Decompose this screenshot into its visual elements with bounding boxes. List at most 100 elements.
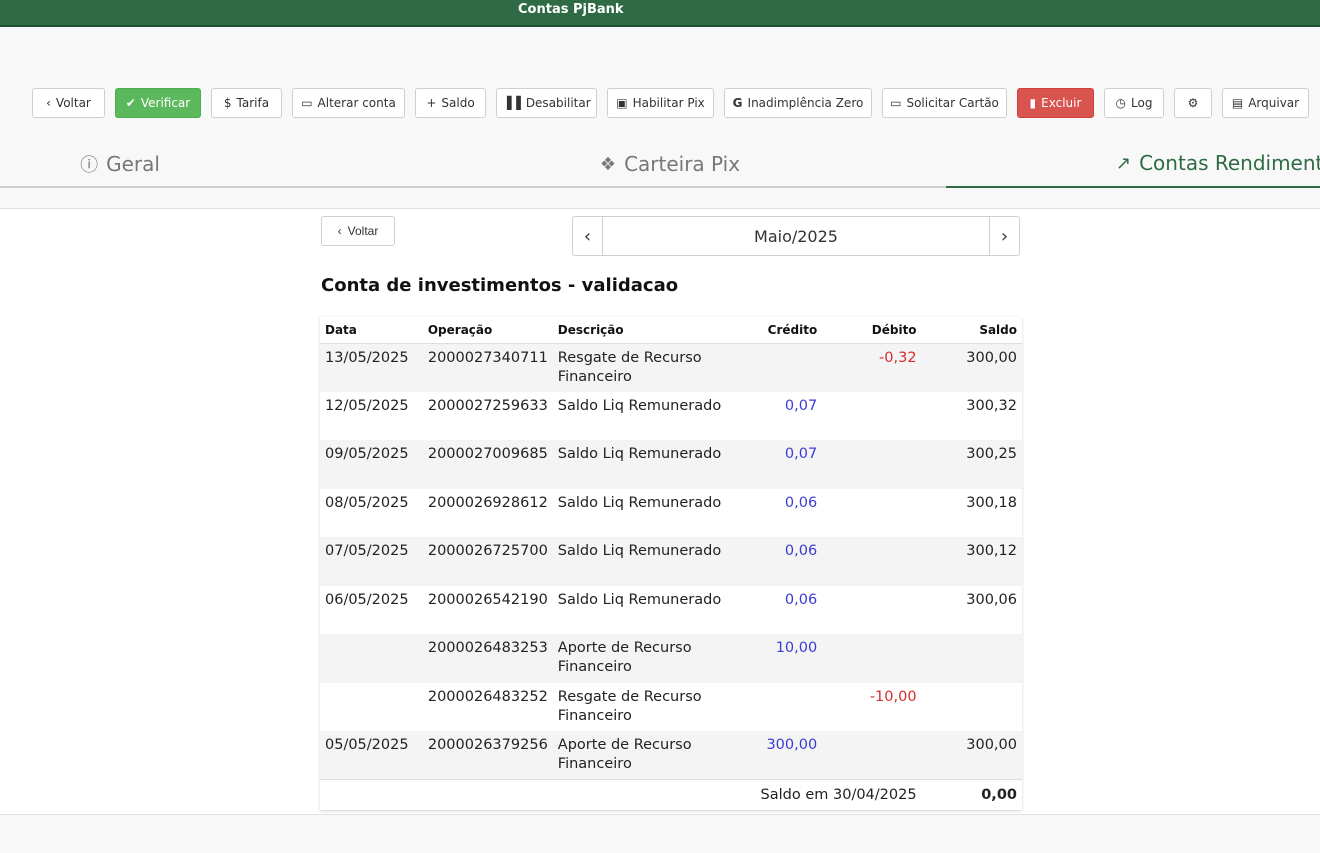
- col-credito: Crédito: [726, 317, 823, 344]
- cell-descricao: Aporte de Recurso Financeiro: [557, 737, 692, 772]
- qrcode-icon: ▣: [616, 96, 628, 110]
- table-row: 2000026483252 Resgate de Recurso Financei…: [320, 683, 1022, 732]
- cell-data: 05/05/2025: [325, 737, 409, 753]
- transactions-table: Data Operação Descrição Crédito Débito S…: [320, 317, 1022, 810]
- money-growth-icon: ↗: [1116, 152, 1132, 174]
- gears-icon: ⚙: [1187, 96, 1199, 110]
- cell-credito: 0,07: [784, 446, 818, 462]
- opening-balance-value: 0,00: [921, 779, 1022, 810]
- request-card-label: Solicitar Cartão: [906, 96, 999, 110]
- google-icon: G: [732, 96, 743, 110]
- col-operacao: Operação: [422, 317, 553, 344]
- cell-debito: [822, 392, 921, 441]
- cell-operacao: 2000026928612: [427, 494, 548, 511]
- next-month-button[interactable]: ›: [989, 217, 1019, 255]
- enable-pix-button[interactable]: ▣ Habilitar Pix: [607, 88, 714, 118]
- chevron-right-icon: ›: [1000, 225, 1009, 247]
- back-label: Voltar: [55, 96, 91, 110]
- cell-debito: [822, 731, 921, 780]
- table-row: 06/05/2025 2000026542190 Saldo Liq Remuner…: [320, 586, 1022, 635]
- cell-data: 13/05/2025: [325, 349, 409, 366]
- col-data: Data: [320, 317, 423, 344]
- table-row: 08/05/2025 2000026928612 Saldo Liq Remuner…: [320, 489, 1022, 538]
- cell-data: 08/05/2025: [325, 494, 409, 511]
- settings-button[interactable]: ⚙: [1174, 88, 1212, 118]
- tab-contas-rendimento[interactable]: ↗ Contas Rendimento: [946, 140, 1320, 188]
- saldo-button[interactable]: + Saldo: [415, 88, 486, 118]
- inadimplencia-label: Inadimplência Zero: [747, 96, 864, 110]
- cell-saldo: 300,12: [966, 543, 1017, 559]
- archive-label: Arquivar: [1248, 96, 1300, 110]
- cell-saldo: 300,00: [966, 737, 1017, 753]
- cell-operacao: 2000026483253: [427, 640, 548, 656]
- cell-debito: [822, 634, 921, 683]
- cell-credito: 10,00: [775, 640, 818, 656]
- delete-button[interactable]: ▮ Excluir: [1017, 88, 1094, 118]
- change-account-label: Alterar conta: [317, 96, 396, 110]
- cell-operacao: 2000026483252: [427, 688, 548, 705]
- cell-debito: [822, 586, 921, 635]
- cell-data: 06/05/2025: [325, 591, 409, 608]
- cell-data: 12/05/2025: [325, 397, 409, 414]
- cell-saldo: [922, 683, 1022, 732]
- tab-carteira-pix[interactable]: ❖ Carteira Pix: [540, 140, 800, 188]
- disable-label: Desabilitar: [525, 96, 591, 110]
- table-row: 2000026483253 Aporte de Recurso Financeir…: [320, 634, 1022, 683]
- cell-descricao: Resgate de Recurso Financeiro: [557, 349, 702, 385]
- chevron-left-icon: ‹: [337, 224, 342, 238]
- plus-icon: +: [426, 96, 437, 110]
- change-account-button[interactable]: ▭ Alterar conta: [292, 88, 405, 118]
- request-card-button[interactable]: ▭ Solicitar Cartão: [882, 88, 1007, 118]
- tarifa-button[interactable]: $ Tarifa: [211, 88, 282, 118]
- credit-card-icon: ▭: [890, 96, 902, 110]
- cell-descricao: Resgate de Recurso Financeiro: [557, 688, 702, 724]
- log-button[interactable]: ◷ Log: [1104, 88, 1164, 118]
- col-saldo: Saldo: [921, 317, 1022, 344]
- cell-data: 07/05/2025: [325, 543, 409, 559]
- dollar-icon: $: [223, 96, 232, 110]
- cell-debito: [822, 489, 921, 538]
- archive-icon: ▤: [1231, 96, 1244, 110]
- app-title: Contas PjBank: [518, 2, 624, 17]
- prev-month-button[interactable]: ‹: [573, 217, 603, 255]
- verify-button[interactable]: ✔ Verificar: [115, 88, 201, 118]
- cell-saldo: 300,06: [966, 591, 1017, 608]
- table-header-row: Data Operação Descrição Crédito Débito S…: [320, 317, 1022, 344]
- cell-data: [320, 634, 423, 683]
- cell-credito: [727, 683, 822, 732]
- archive-button[interactable]: ▤ Arquivar: [1222, 88, 1309, 118]
- cell-credito: 300,00: [766, 737, 818, 753]
- back-button[interactable]: ‹ Voltar: [32, 88, 105, 118]
- content-back-label: Voltar: [347, 224, 379, 238]
- enable-pix-label: Habilitar Pix: [632, 96, 705, 110]
- table-row: 12/05/2025 2000027259633 Saldo Liq Remuner…: [320, 392, 1022, 441]
- cell-operacao: 2000027340711: [427, 349, 548, 366]
- cell-operacao: 2000027009685: [427, 446, 548, 462]
- table-row: 05/05/2025 2000026379256 Aporte de Recurso…: [320, 731, 1022, 780]
- tab-carteira-pix-label: Carteira Pix: [624, 152, 741, 176]
- verify-label: Verificar: [140, 96, 191, 110]
- chevron-left-icon: ‹: [583, 225, 592, 247]
- col-debito: Débito: [822, 317, 922, 344]
- cell-operacao: 2000026725700: [427, 543, 548, 559]
- trash-icon: ▮: [1029, 96, 1037, 110]
- inadimplencia-zero-button[interactable]: G Inadimplência Zero: [724, 88, 872, 118]
- main-content: ‹ Voltar ‹ Maio/2025 › Conta de investim…: [0, 208, 1320, 815]
- section-title: Conta de investimentos - validacao: [321, 275, 679, 296]
- cell-credito: 0,06: [784, 494, 818, 511]
- cell-descricao: Saldo Liq Remunerado: [557, 543, 722, 559]
- cell-descricao: Saldo Liq Remunerado: [557, 397, 722, 414]
- disable-button[interactable]: ▐▐ Desabilitar: [496, 88, 597, 118]
- info-icon: ⓘ: [80, 155, 99, 176]
- delete-label: Excluir: [1041, 96, 1082, 110]
- action-toolbar: ‹ Voltar ✔ Verificar $ Tarifa ▭ Alterar …: [0, 88, 1320, 118]
- cell-operacao: 2000027259633: [427, 397, 548, 414]
- cell-saldo: 300,25: [966, 446, 1017, 462]
- cell-descricao: Saldo Liq Remunerado: [557, 494, 722, 511]
- cell-saldo: 300,32: [966, 397, 1017, 414]
- pix-icon: ❖: [599, 153, 617, 175]
- cell-debito: [822, 440, 921, 489]
- content-back-button[interactable]: ‹ Voltar: [321, 216, 395, 246]
- tab-geral[interactable]: ⓘ Geral: [0, 140, 240, 188]
- cell-credito: 0,06: [784, 591, 818, 608]
